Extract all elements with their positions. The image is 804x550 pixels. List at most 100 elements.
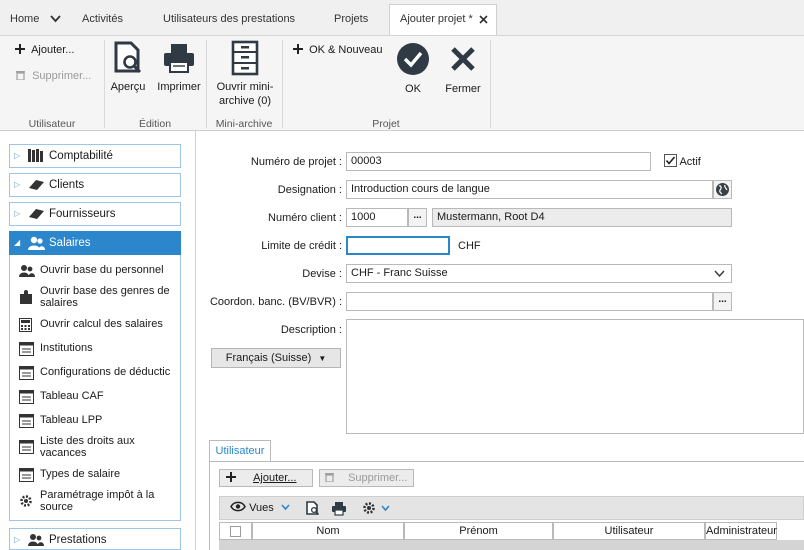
ok-button[interactable]: OK xyxy=(393,42,433,96)
eye-icon xyxy=(230,501,246,512)
limite-credit-label: Limite de crédit : xyxy=(261,240,342,252)
nav-item-label: Institutions xyxy=(40,342,93,354)
nav-prestations[interactable]: ▷ Prestations xyxy=(9,528,181,550)
ok-nouveau-label: OK & Nouveau xyxy=(309,44,383,56)
trash-icon xyxy=(16,71,25,81)
print-preview-icon xyxy=(114,41,142,74)
numero-projet-input[interactable]: 00003 xyxy=(346,152,651,171)
fermer-button[interactable]: Fermer xyxy=(441,42,485,96)
group-label-mini-archive: Mini-archive xyxy=(215,118,273,130)
nav-prestations-label: Prestations xyxy=(49,534,107,546)
grid-header-prenom[interactable]: Prénom xyxy=(404,522,553,540)
tab-projets-label: Projets xyxy=(334,13,369,25)
grid-toolbar: Vues xyxy=(219,496,804,520)
designation-input[interactable]: Introduction cours de langue xyxy=(346,180,713,199)
close-icon[interactable] xyxy=(479,15,488,24)
tab-projets[interactable]: Projets xyxy=(334,6,368,32)
group-label-edition: Édition xyxy=(138,118,172,130)
nav-comptabilite[interactable]: ▷ Comptabilité xyxy=(9,144,181,168)
devise-label: Devise : xyxy=(302,268,342,280)
vues-button[interactable]: Vues xyxy=(230,501,290,514)
bottom-supprimer-label: Supprimer... xyxy=(348,472,408,484)
table-icon xyxy=(19,390,34,404)
tab-utilisateurs-label: Utilisateurs des prestations xyxy=(163,13,296,25)
print-preview-icon[interactable] xyxy=(306,501,320,516)
group-label-utilisateur: Utilisateur xyxy=(28,118,76,130)
coordon-input[interactable] xyxy=(346,292,713,311)
ribbon-ajouter-button[interactable]: Ajouter... xyxy=(15,44,74,56)
check-circle-icon xyxy=(397,43,429,75)
grid-header-nom[interactable]: Nom xyxy=(252,522,404,540)
tab-activites-label: Activités xyxy=(82,13,123,25)
nav-item-label: Ouvrir base des genres de salaires xyxy=(40,285,170,309)
ok-label: OK xyxy=(405,83,421,95)
translate-button[interactable] xyxy=(713,180,732,199)
imprimer-button[interactable]: Imprimer xyxy=(155,40,203,94)
numero-client-input[interactable]: 1000 xyxy=(346,208,408,227)
apercu-button[interactable]: Aperçu xyxy=(108,40,148,94)
plus-icon xyxy=(15,44,25,54)
ribbon-separator xyxy=(490,40,491,128)
bottom-ajouter-button[interactable]: Ajouter... xyxy=(219,469,313,487)
actif-checkbox[interactable]: Actif xyxy=(664,154,701,168)
tab-utilisateur[interactable]: Utilisateur xyxy=(209,440,271,462)
gear-icon xyxy=(20,495,32,507)
tab-ajouter-projet[interactable]: Ajouter projet * xyxy=(389,4,497,35)
tab-utilisateurs[interactable]: Utilisateurs des prestations xyxy=(163,6,295,32)
numero-client-lookup-button[interactable]: ... xyxy=(408,208,427,227)
grid-header-utilisateur[interactable]: Utilisateur xyxy=(553,522,705,540)
tab-bar: Home Activités Utilisateurs des prestati… xyxy=(0,0,804,36)
sidebar: ▷ Comptabilité ▷ Clients ▷ Fournisseurs … xyxy=(0,131,196,550)
table-icon xyxy=(19,440,34,454)
users-icon xyxy=(28,236,45,250)
description-label: Description : xyxy=(280,324,342,336)
tab-home[interactable]: Home xyxy=(10,6,62,32)
chevron-down-icon[interactable] xyxy=(50,14,62,23)
nav-item-label: Types de salaire xyxy=(40,468,121,480)
numero-client-label: Numéro client : xyxy=(268,212,342,224)
caret-down-icon: ▼ xyxy=(318,354,327,363)
description-textarea[interactable] xyxy=(346,319,804,434)
ouvrir-mini-archive-button[interactable]: Ouvrir mini- archive (0) xyxy=(210,40,280,108)
client-name-display: Mustermann, Root D4 xyxy=(432,208,732,227)
printer-icon[interactable] xyxy=(331,501,347,516)
ouvrir-mini-archive-label-1: Ouvrir mini- xyxy=(216,81,274,93)
limite-credit-input[interactable] xyxy=(346,236,450,255)
grid-settings-button[interactable] xyxy=(362,501,390,518)
checkbox-checked-icon xyxy=(664,154,677,167)
expand-arrow-icon: ▷ xyxy=(14,151,21,160)
ribbon-supprimer-label: Supprimer... xyxy=(32,70,92,82)
tab-activites[interactable]: Activités xyxy=(82,6,123,32)
devise-select[interactable]: CHF - Franc Suisse xyxy=(346,264,732,283)
currency-suffix: CHF xyxy=(458,240,481,252)
nav-fournisseurs[interactable]: ▷ Fournisseurs xyxy=(9,202,181,226)
plus-icon xyxy=(226,472,236,482)
expand-arrow-icon: ▷ xyxy=(14,535,21,544)
ribbon-separator xyxy=(104,40,105,128)
table-icon xyxy=(19,366,34,380)
nav-clients[interactable]: ▷ Clients xyxy=(9,173,181,197)
designation-label: Designation : xyxy=(277,184,342,196)
devise-value: CHF - Franc Suisse xyxy=(351,267,448,279)
ribbon: Ajouter... Supprimer... Utilisateur Aper… xyxy=(0,36,804,131)
nav-item-label: Tableau CAF xyxy=(40,390,104,402)
grid-body xyxy=(219,540,804,550)
nav-salaires[interactable]: ◢ Salaires xyxy=(9,231,181,255)
language-dropdown[interactable]: Français (Suisse) ▼ xyxy=(211,348,341,368)
close-x-icon xyxy=(451,47,475,71)
chevron-down-icon xyxy=(381,505,390,512)
imprimer-label: Imprimer xyxy=(157,81,201,93)
coordon-lookup-button[interactable]: ... xyxy=(713,292,732,311)
ok-nouveau-button[interactable]: OK & Nouveau xyxy=(293,44,382,56)
grid-header-administrateur[interactable]: Administrateur xyxy=(705,522,777,540)
grid-select-all[interactable] xyxy=(219,522,252,540)
actif-label: Actif xyxy=(679,156,701,168)
ribbon-supprimer-button[interactable]: Supprimer... xyxy=(15,69,91,82)
tab-ajouter-projet-label: Ajouter projet * xyxy=(400,13,473,25)
tag-book-icon xyxy=(29,209,44,219)
trash-icon xyxy=(325,473,334,483)
bottom-supprimer-button[interactable]: Supprimer... xyxy=(319,469,414,487)
ribbon-separator xyxy=(206,40,207,128)
checkbox-icon xyxy=(230,526,241,537)
gear-icon xyxy=(363,502,375,514)
